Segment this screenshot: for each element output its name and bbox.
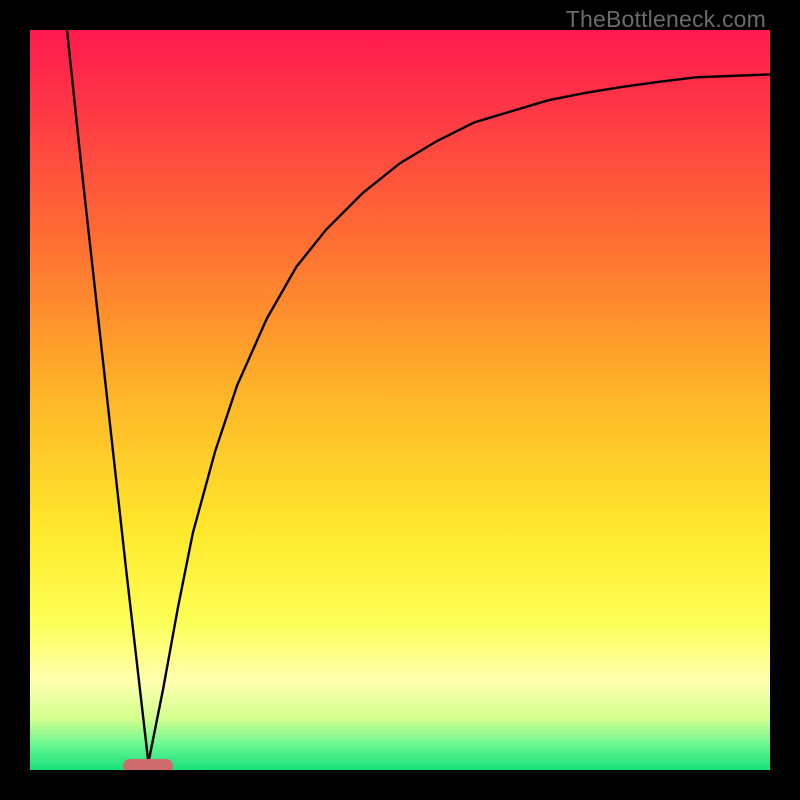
bottleneck-curve <box>30 30 770 770</box>
optimum-marker <box>123 759 173 770</box>
chart-frame: TheBottleneck.com <box>0 0 800 800</box>
watermark-text: TheBottleneck.com <box>566 6 766 33</box>
plot-area <box>30 30 770 770</box>
